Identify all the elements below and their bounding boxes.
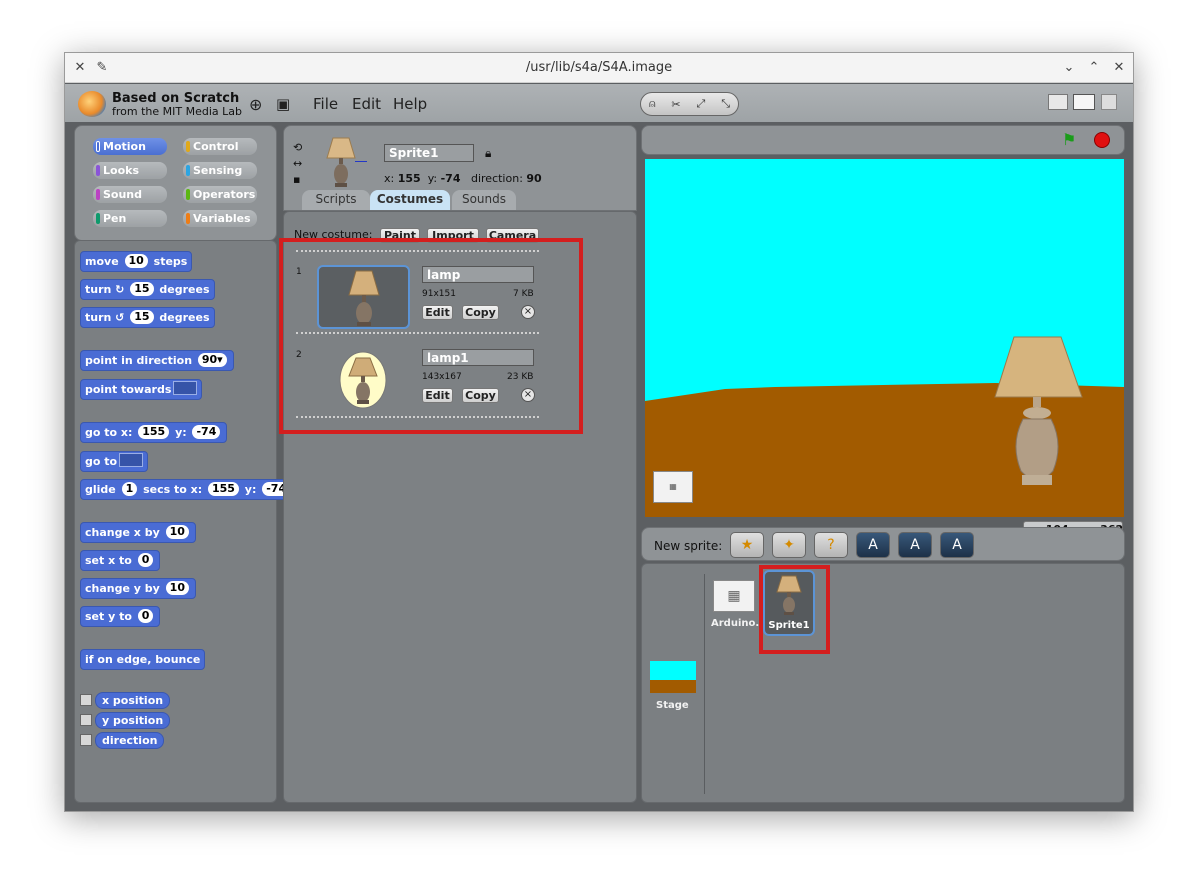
block-move[interactable]: move 10 steps (80, 251, 193, 272)
category-sensing[interactable]: Sensing (183, 162, 257, 179)
globe-icon[interactable]: ⊕ (249, 95, 262, 114)
arduino-sprite-thumbnail[interactable]: ▦ (713, 580, 755, 612)
block-glide[interactable]: glide 1 secs to x: 155 y: -74 (80, 479, 298, 500)
go-to-dropdown[interactable] (119, 453, 144, 467)
stop-icon[interactable] (1094, 132, 1110, 148)
block-direction[interactable]: direction (95, 732, 165, 749)
sprites-pane: Stage ▦ Arduino... Sprite1 (641, 563, 1125, 803)
small-stage-icon[interactable] (1048, 94, 1068, 110)
lock-icon[interactable]: 🔒︎ (485, 146, 491, 161)
block-go-to[interactable]: go to (80, 451, 149, 472)
y-position-checkbox[interactable] (80, 714, 92, 726)
category-looks[interactable]: Looks (93, 162, 167, 179)
sprite-header: ⟲ ↔ ▪ Sprite1 🔒︎ x: 155 y: -74 direction… (283, 125, 637, 211)
block-set-x[interactable]: set x to 0 (80, 550, 161, 571)
stage-scene (645, 336, 1124, 517)
no-rotate-icon[interactable]: ▪ (293, 172, 302, 188)
sprite-position: x: 155 y: -74 direction: 90 (384, 172, 542, 185)
new-arduino-folder-button[interactable]: A (940, 532, 974, 558)
block-point-direction[interactable]: point in direction 90▾ (80, 350, 234, 371)
logo-title: Based on Scratch (112, 91, 240, 106)
categories-panel: Motion Control Looks Sensing Sound Opera… (74, 125, 277, 241)
save-icon[interactable]: ▣ (276, 95, 290, 113)
sprite-thumbnail-lamp (326, 137, 356, 187)
minimize-icon[interactable]: ⌄ (1060, 59, 1078, 77)
random-sprite-button[interactable]: ? (814, 532, 848, 558)
presentation-mode-icon[interactable] (1101, 94, 1117, 110)
new-arduino-sprite-button[interactable]: A (856, 532, 890, 558)
s4a-logo-icon (78, 91, 106, 117)
s4a-window: ✕ ✎ /usr/lib/s4a/S4A.image ⌄ ⌃ ✕ Based o… (64, 52, 1134, 812)
category-pen[interactable]: Pen (93, 210, 167, 227)
direction-checkbox[interactable] (80, 734, 92, 746)
block-point-towards[interactable]: point towards (80, 379, 203, 400)
x-position-checkbox[interactable] (80, 694, 92, 706)
edit-menu[interactable]: Edit (352, 95, 381, 113)
category-variables[interactable]: Variables (183, 210, 257, 227)
block-turn-cw[interactable]: turn ↻ 15 degrees (80, 279, 215, 300)
block-x-position[interactable]: x position (95, 692, 171, 709)
tab-costumes[interactable]: Costumes (370, 190, 450, 210)
block-y-position[interactable]: y position (95, 712, 171, 729)
block-set-y[interactable]: set y to 0 (80, 606, 161, 627)
blocks-palette: move 10 steps turn ↻ 15 degrees turn ↺ 1… (74, 240, 298, 803)
category-control[interactable]: Control (183, 138, 257, 155)
window-title: /usr/lib/s4a/S4A.image (525, 60, 673, 75)
block-change-x[interactable]: change x by 10 (80, 522, 196, 543)
costumes-highlight (279, 238, 583, 434)
point-towards-dropdown[interactable] (173, 381, 198, 395)
choose-sprite-button[interactable]: ✦ (772, 532, 806, 558)
rotation-style-buttons: ⟲ ↔ ▪ (293, 140, 302, 188)
file-menu[interactable]: File (313, 95, 338, 113)
logo-subtitle: from the MIT Media Lab (112, 105, 242, 118)
block-turn-ccw[interactable]: turn ↺ 15 degrees (80, 307, 215, 328)
category-operators[interactable]: Operators (183, 186, 257, 203)
stage[interactable]: ▦ (645, 159, 1124, 517)
paint-sprite-button[interactable]: ★ (730, 532, 764, 558)
green-flag-icon[interactable]: ⚑ (1062, 130, 1076, 149)
tab-scripts[interactable]: Scripts (302, 190, 370, 210)
block-go-to-xy[interactable]: go to x: 155 y: -74 (80, 422, 228, 443)
normal-stage-icon[interactable] (1073, 94, 1095, 110)
maximize-icon[interactable]: ⌃ (1085, 59, 1103, 77)
help-menu[interactable]: Help (393, 95, 427, 113)
title-bar: ✕ ✎ /usr/lib/s4a/S4A.image ⌄ ⌃ ✕ (65, 53, 1133, 83)
stage-thumbnail[interactable] (650, 661, 696, 693)
duplicate-icon[interactable]: ⍝ (649, 97, 656, 111)
category-sound[interactable]: Sound (93, 186, 167, 203)
block-bounce[interactable]: if on edge, bounce (80, 649, 206, 670)
stage-header: ⚑ (641, 125, 1125, 155)
menu-bar: Based on Scratch from the MIT Media Lab … (65, 84, 1133, 122)
block-change-y[interactable]: change y by 10 (80, 578, 196, 599)
shrink-icon[interactable]: ⤡ (721, 97, 730, 111)
stage-label: Stage (656, 700, 689, 711)
rotate-icon[interactable]: ⟲ (293, 140, 302, 156)
flip-icon[interactable]: ↔ (293, 156, 302, 172)
close-icon[interactable]: ✕ (1110, 59, 1128, 77)
direction-indicator (355, 161, 367, 162)
arduino-sprite-icon[interactable]: ▦ (653, 471, 693, 503)
tab-sounds[interactable]: Sounds (452, 190, 516, 210)
category-motion[interactable]: Motion (93, 138, 167, 155)
grow-icon[interactable]: ⤢ (697, 97, 706, 111)
sprite1-highlight (759, 565, 830, 654)
cut-icon[interactable]: ✂ (671, 98, 680, 111)
sprite-name-field[interactable]: Sprite1 (384, 144, 474, 162)
tool-group: ⍝ ✂ ⤢ ⤡ (640, 92, 739, 116)
divider (704, 574, 705, 794)
new-arduino-sprite-button-2[interactable]: A (898, 532, 932, 558)
new-sprite-label: New sprite: (654, 539, 723, 553)
